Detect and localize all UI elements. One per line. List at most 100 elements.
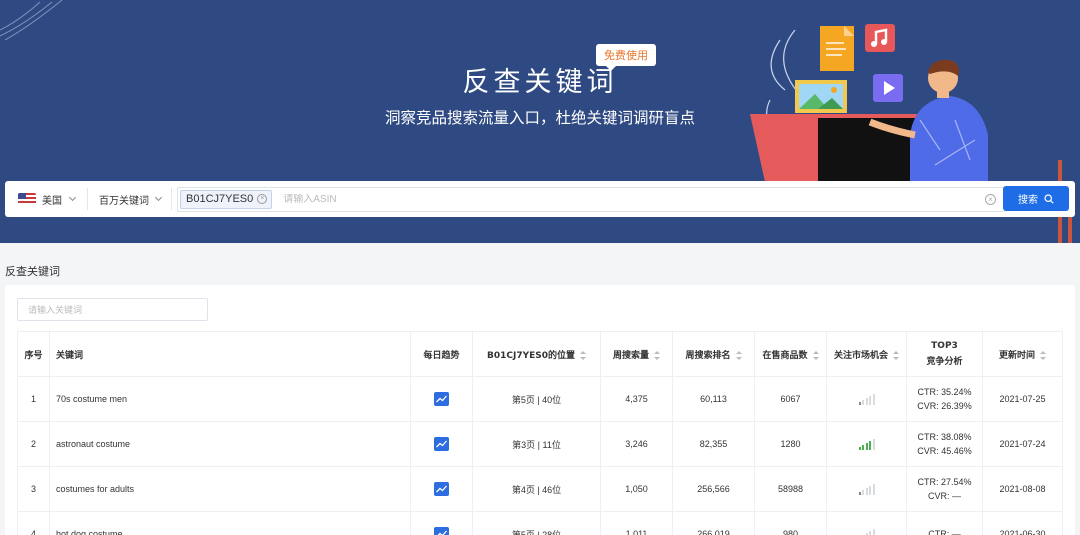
- signal-bar: [865, 443, 868, 450]
- keyword-filter-input[interactable]: [17, 298, 208, 321]
- row-index: 1: [17, 376, 50, 422]
- col-on-sale[interactable]: 在售商品数: [754, 331, 827, 377]
- col-weekly-rank[interactable]: 周搜索排名: [672, 331, 755, 377]
- col-opportunity[interactable]: 关注市场机会: [826, 331, 907, 377]
- row-updated: 2021-08-08: [982, 466, 1063, 512]
- trend-chart-icon[interactable]: [434, 437, 449, 451]
- row-on-sale: 980: [754, 511, 827, 535]
- asin-tag-label: B01CJ7YES0: [186, 193, 254, 205]
- table-row: 2 astronaut costume 第3页 | 11位 3,246 82,355 12…: [17, 421, 1063, 467]
- row-keyword[interactable]: astronaut costume: [49, 421, 411, 467]
- remove-tag-icon[interactable]: ×: [257, 194, 268, 204]
- results-panel: 序号 关键词 每日趋势 B01CJ7YES0的位置 周搜索量 周搜索排名 在售商…: [5, 285, 1075, 535]
- row-keyword[interactable]: hot dog costume: [49, 511, 411, 535]
- row-cvr: CVR: 45.46%: [917, 446, 972, 456]
- row-updated: 2021-07-25: [982, 376, 1063, 422]
- signal-bar: [869, 441, 871, 450]
- row-top3: CTR: 27.54% CVR: —: [906, 466, 983, 512]
- row-ctr: CTR: —: [928, 529, 961, 535]
- signal-bar: [858, 492, 861, 495]
- col-top3-line2: 竞争分析: [926, 357, 963, 367]
- sort-icon[interactable]: [580, 350, 586, 360]
- signal-bar: [872, 439, 875, 450]
- row-trend[interactable]: [410, 466, 473, 512]
- search-button[interactable]: 搜索: [1003, 186, 1069, 211]
- row-weekly-rank: 266,019: [672, 511, 755, 535]
- clear-input-icon[interactable]: ×: [985, 193, 996, 205]
- opportunity-signal-icon: [858, 483, 875, 495]
- picture-icon: [795, 80, 847, 113]
- asin-tag[interactable]: B01CJ7YES0 ×: [180, 189, 273, 209]
- row-ctr: CTR: 38.08%: [917, 432, 972, 442]
- search-button-label: 搜索: [1018, 195, 1038, 206]
- trend-chart-icon[interactable]: [434, 392, 449, 406]
- trend-chart-icon[interactable]: [434, 482, 449, 496]
- sort-icon[interactable]: [654, 350, 660, 360]
- table-row: 4 hot dog costume 第5页 | 28位 1,011 266,019 980…: [17, 511, 1063, 535]
- row-index: 4: [17, 511, 50, 535]
- signal-bar: [862, 445, 864, 450]
- opportunity-signal-icon: [858, 393, 875, 405]
- row-position: 第5页 | 40位: [472, 376, 601, 422]
- keyword-source-label: 百万关键词: [99, 195, 149, 207]
- row-trend[interactable]: [410, 421, 473, 467]
- row-weekly-rank: 256,566: [672, 466, 755, 512]
- signal-bar: [869, 486, 871, 495]
- row-position: 第4页 | 46位: [472, 466, 601, 512]
- row-top3: CTR: 38.08% CVR: 45.46%: [906, 421, 983, 467]
- col-weekly-search-label: 周搜索量: [612, 350, 649, 361]
- signal-bar: [872, 394, 875, 405]
- sort-icon[interactable]: [893, 350, 899, 360]
- table-row: 1 70s costume men 第5页 | 40位 4,375 60,113 6067…: [17, 376, 1063, 422]
- row-opportunity: [826, 466, 907, 512]
- search-bar: 美国 百万关键词 B01CJ7YES0 × × 搜索: [5, 181, 1075, 217]
- row-on-sale: 6067: [754, 376, 827, 422]
- music-icon: [865, 24, 895, 52]
- col-top3-line1: TOP3: [931, 341, 958, 351]
- col-position[interactable]: B01CJ7YES0的位置: [472, 331, 601, 377]
- row-keyword[interactable]: 70s costume men: [49, 376, 411, 422]
- sort-icon[interactable]: [1040, 350, 1046, 360]
- sort-icon[interactable]: [812, 350, 819, 360]
- row-keyword[interactable]: costumes for adults: [49, 466, 411, 512]
- col-weekly-search[interactable]: 周搜索量: [600, 331, 673, 377]
- chevron-down-icon: [68, 193, 77, 202]
- signal-bar: [872, 484, 875, 495]
- trend-chart-icon[interactable]: [434, 527, 449, 535]
- video-icon: [873, 74, 903, 102]
- row-weekly-rank: 82,355: [672, 421, 755, 467]
- keyword-source-select[interactable]: 百万关键词: [88, 188, 172, 210]
- col-updated[interactable]: 更新时间: [982, 331, 1063, 377]
- row-updated: 2021-06-30: [982, 511, 1063, 535]
- col-opportunity-label: 关注市场机会: [833, 350, 888, 361]
- col-position-label: B01CJ7YES0的位置: [486, 350, 575, 361]
- signal-bar: [862, 400, 864, 405]
- keyword-table: 序号 关键词 每日趋势 B01CJ7YES0的位置 周搜索量 周搜索排名 在售商…: [17, 331, 1063, 535]
- row-on-sale: 1280: [754, 421, 827, 467]
- signal-bar: [869, 531, 871, 535]
- col-updated-label: 更新时间: [998, 350, 1035, 361]
- row-trend[interactable]: [410, 376, 473, 422]
- free-badge: 免费使用: [596, 44, 656, 71]
- signal-bar: [865, 398, 868, 405]
- search-icon: [1044, 193, 1054, 204]
- col-on-sale-label: 在售商品数: [762, 350, 808, 361]
- document-icon: [820, 26, 854, 71]
- row-opportunity: [826, 511, 907, 535]
- sort-icon[interactable]: [735, 350, 742, 360]
- signal-bar: [858, 447, 861, 450]
- asin-input[interactable]: [283, 193, 884, 205]
- row-ctr: CTR: 27.54%: [917, 477, 972, 487]
- row-trend[interactable]: [410, 511, 473, 535]
- signal-bar: [858, 402, 861, 405]
- chevron-down-icon: [154, 193, 163, 202]
- col-index: 序号: [17, 331, 50, 377]
- signal-bar: [862, 490, 864, 495]
- row-position: 第3页 | 11位: [472, 421, 601, 467]
- row-opportunity: [826, 376, 907, 422]
- row-weekly-rank: 60,113: [672, 376, 755, 422]
- row-on-sale: 58988: [754, 466, 827, 512]
- row-index: 2: [17, 421, 50, 467]
- country-select[interactable]: 美国: [5, 188, 88, 210]
- row-index: 3: [17, 466, 50, 512]
